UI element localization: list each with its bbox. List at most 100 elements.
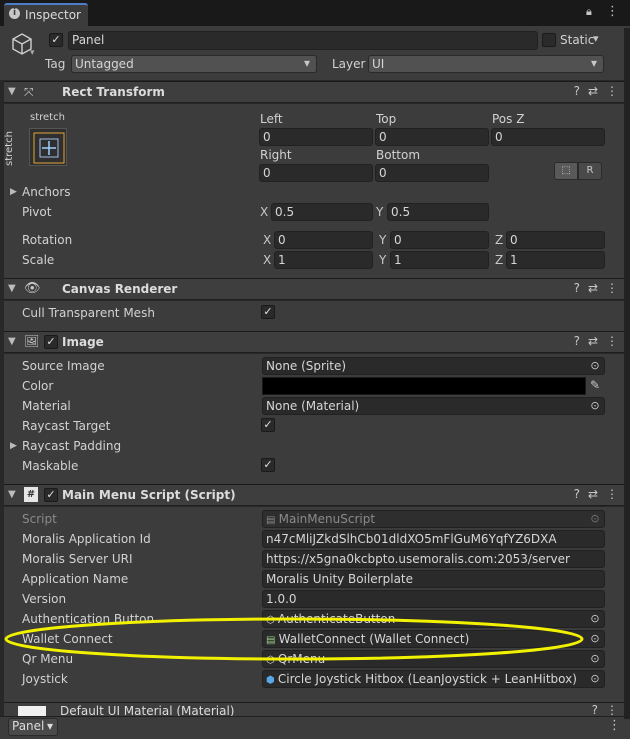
preset-icon[interactable]: ⇄ <box>588 84 598 98</box>
object-name-field[interactable]: Panel <box>68 31 538 50</box>
material-field[interactable]: None (Material) ⊙ <box>262 397 605 415</box>
foldout-icon[interactable]: ▼ <box>8 86 16 97</box>
tag-dropdown[interactable]: Untagged <box>71 55 317 73</box>
static-dropdown-icon[interactable]: ▾ <box>593 32 599 45</box>
foldout-icon[interactable]: ▼ <box>8 489 16 500</box>
scrollbar[interactable] <box>624 28 630 719</box>
object-picker-icon[interactable]: ⊙ <box>588 672 602 686</box>
rotation-x-field[interactable]: 0 <box>274 231 373 249</box>
component-menu-icon[interactable]: ⋮ <box>606 281 618 295</box>
posz-field[interactable]: 0 <box>491 128 605 146</box>
rotation-z-field[interactable]: 0 <box>506 231 605 249</box>
scale-x-field[interactable]: 1 <box>274 251 373 269</box>
rect-transform-header[interactable]: ▼ ⤧ Rect Transform ? ⇄ ⋮ <box>4 81 624 103</box>
bottom-field[interactable]: 0 <box>375 164 489 182</box>
raycast-padding-label[interactable]: Raycast Padding <box>22 439 121 453</box>
cull-checkbox[interactable]: ✓ <box>261 305 275 319</box>
app-name-field[interactable]: Moralis Unity Boilerplate <box>262 570 605 588</box>
anchors-foldout-icon[interactable]: ▶ <box>10 187 17 197</box>
help-icon[interactable]: ? <box>574 281 580 295</box>
static-checkbox[interactable] <box>542 33 556 47</box>
preset-icon[interactable]: ⇄ <box>588 487 598 501</box>
tab-title: Inspector <box>25 8 81 22</box>
bottom-value: 0 <box>379 166 387 180</box>
script-enabled-checkbox[interactable]: ✓ <box>44 488 58 502</box>
image-header[interactable]: ▼ 🖼︎ ✓ Image ? ⇄ ⋮ <box>4 331 624 353</box>
blueprint-mode-button[interactable]: ⬚ <box>554 162 578 180</box>
stretch-top-label: stretch <box>30 112 65 123</box>
lock-icon[interactable]: 🔒︎ <box>586 5 592 19</box>
raycast-padding-foldout-icon[interactable]: ▶ <box>10 441 17 451</box>
gameobject-icon[interactable] <box>10 32 32 55</box>
layer-label: Layer <box>332 57 366 71</box>
anchor-preset-button[interactable] <box>29 128 67 166</box>
server-uri-label: Moralis Server URI <box>22 552 133 566</box>
anchors-label[interactable]: Anchors <box>22 185 71 199</box>
joystick-field[interactable]: ⬢ Circle Joystick Hitbox (LeanJoystick +… <box>262 670 605 688</box>
app-name-label: Application Name <box>22 572 129 586</box>
source-image-label: Source Image <box>22 359 105 373</box>
left-field[interactable]: 0 <box>259 128 373 146</box>
image-enabled-checkbox[interactable]: ✓ <box>44 335 58 349</box>
object-picker-icon: ⊙ <box>590 512 600 525</box>
raw-edit-button[interactable]: R <box>578 162 602 180</box>
help-icon[interactable]: ? <box>574 84 580 98</box>
object-picker-icon[interactable]: ⊙ <box>588 359 602 373</box>
component-menu-icon[interactable]: ⋮ <box>606 84 618 98</box>
object-picker-icon[interactable]: ⊙ <box>588 399 602 413</box>
pivot-x-field[interactable]: 0.5 <box>271 203 373 221</box>
top-value: 0 <box>379 130 387 144</box>
pivot-x-value: 0.5 <box>275 205 295 219</box>
raycast-target-checkbox[interactable]: ✓ <box>261 418 275 432</box>
canvas-renderer-header[interactable]: ▼ 👁︎ Canvas Renderer ? ⇄ ⋮ <box>4 278 624 300</box>
inspector-tab[interactable]: i Inspector <box>4 3 88 26</box>
help-icon[interactable]: ? <box>574 334 580 348</box>
scale-z-field[interactable]: 1 <box>506 251 605 269</box>
version-field[interactable]: 1.0.0 <box>262 590 605 608</box>
footer-menu-icon[interactable]: ⋮ <box>608 718 621 733</box>
footer-dropdown[interactable]: Panel ▾ <box>8 718 58 736</box>
script-value: MainMenuScript <box>278 512 376 526</box>
top-label: Top <box>376 112 397 126</box>
scale-label: Scale <box>22 253 55 267</box>
color-swatch[interactable] <box>262 377 586 395</box>
server-uri-field[interactable]: https://x5gna0kcbpto.usemoralis.com:2053… <box>262 550 605 568</box>
eyedropper-icon[interactable]: ✎ <box>590 378 600 392</box>
active-checkbox[interactable]: ✓ <box>49 33 63 47</box>
raycast-target-label: Raycast Target <box>22 419 111 433</box>
component-menu-icon[interactable]: ⋮ <box>606 334 618 348</box>
layer-dropdown[interactable]: UI <box>368 55 604 73</box>
rotation-z-value: 0 <box>510 233 518 247</box>
tab-menu-icon[interactable]: ⋮ <box>606 4 619 19</box>
right-field[interactable]: 0 <box>259 164 373 182</box>
rotation-y-field[interactable]: 0 <box>390 231 489 249</box>
cull-label: Cull Transparent Mesh <box>22 306 155 320</box>
help-icon[interactable]: ? <box>574 487 580 501</box>
scale-y-field[interactable]: 1 <box>390 251 489 269</box>
script-field: ▤ MainMenuScript ⊙ <box>262 510 605 528</box>
component-menu-icon[interactable]: ⋮ <box>606 703 618 717</box>
script-header[interactable]: ▼ # ✓ Main Menu Script (Script) ? ⇄ ⋮ <box>4 484 624 506</box>
scale-y-label: Y <box>379 253 387 267</box>
right-value: 0 <box>263 166 271 180</box>
joystick-value: Circle Joystick Hitbox (LeanJoystick + L… <box>277 672 577 686</box>
component-menu-icon[interactable]: ⋮ <box>606 487 618 501</box>
foldout-icon[interactable]: ▼ <box>8 336 16 347</box>
prefab-blue-icon: ⬢ <box>266 675 278 686</box>
preset-icon[interactable]: ⇄ <box>588 281 598 295</box>
pivot-y-field[interactable]: 0.5 <box>387 203 489 221</box>
version-label: Version <box>22 592 67 606</box>
static-label: Static <box>560 33 595 47</box>
script-label: Script <box>22 512 57 526</box>
raw-edit-label: R <box>586 165 594 176</box>
rect-transform-title: Rect Transform <box>62 85 165 99</box>
material-value: None (Material) <box>266 399 360 413</box>
app-id-field[interactable]: n47cMliJZkdSlhCb01dldXO5mFlGuM6YqfYZ6DXA <box>262 530 605 548</box>
icon-dropdown-icon[interactable]: ▾ <box>30 48 35 58</box>
maskable-checkbox[interactable]: ✓ <box>261 458 275 472</box>
help-icon[interactable]: ? <box>592 703 598 717</box>
foldout-icon[interactable]: ▼ <box>8 283 16 294</box>
source-image-field[interactable]: None (Sprite) ⊙ <box>262 357 605 375</box>
preset-icon[interactable]: ⇄ <box>588 334 598 348</box>
top-field[interactable]: 0 <box>375 128 489 146</box>
